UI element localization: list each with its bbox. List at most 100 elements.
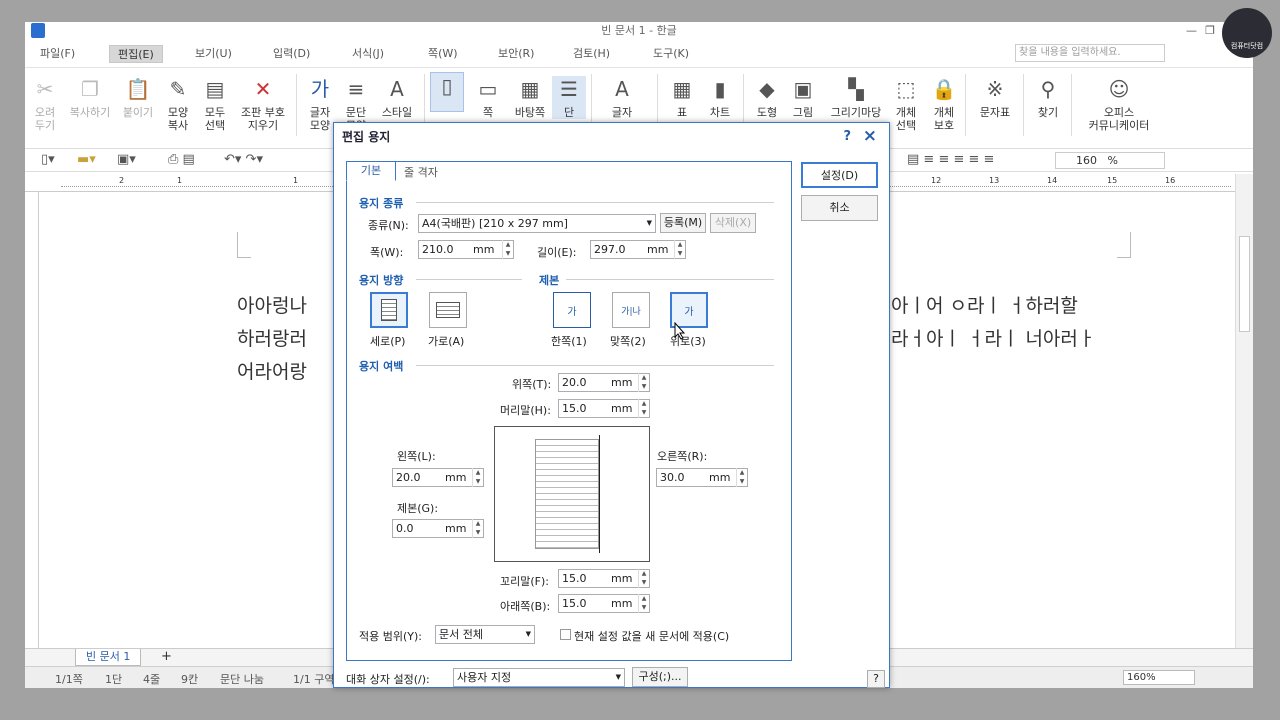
find-button[interactable]: ⚲ 찾기 <box>1031 76 1065 120</box>
doc-tab[interactable]: 빈 문서 1 <box>75 649 142 666</box>
cancel-button[interactable]: 취소 <box>801 195 878 221</box>
undo-icon[interactable]: ↶▾ ↷▾ <box>224 152 263 167</box>
dialog-help-button[interactable]: ? <box>867 670 885 688</box>
page-icon: ▯ <box>441 73 453 98</box>
minimize-icon[interactable]: — <box>1186 22 1197 39</box>
paste-button[interactable]: 📋 붙이기 <box>120 76 156 120</box>
left-margin-spinner[interactable]: ▲ ▼ <box>472 468 483 487</box>
menu-file[interactable]: 파일(F) <box>40 45 75 63</box>
landscape-option[interactable] <box>429 292 467 328</box>
style-button[interactable]: A 스타일 <box>377 76 417 120</box>
zoom-select[interactable]: 160 % <box>1055 152 1165 169</box>
compose-button[interactable]: 구성(;)... <box>632 667 688 687</box>
left-margin-input[interactable]: 20.0 mm ▲ ▼ <box>392 468 484 487</box>
align-icons[interactable]: ▤ ≡ ≡ ≡ ≡ ≡ <box>907 152 994 167</box>
width-spinner[interactable]: ▲ ▼ <box>502 240 513 259</box>
dialog-setting-select[interactable]: 사용자 지정 ▼ <box>453 668 625 687</box>
column-button[interactable]: ☰ 단 <box>552 76 586 119</box>
office-communicator-button[interactable]: ☺ 오피스 커뮤니케이터 <box>1079 76 1159 133</box>
print-icon[interactable]: ⎙ ▤ <box>168 152 195 167</box>
tab-basic[interactable]: 기본 <box>346 161 396 181</box>
footer-margin-input[interactable]: 15.0 mm ▲ ▼ <box>558 569 650 588</box>
apply-new-checkbox[interactable] <box>560 629 571 640</box>
one-side-binding-option[interactable]: 가 <box>553 292 591 328</box>
open-folder-icon[interactable]: ▬▾ <box>77 152 96 167</box>
search-input[interactable]: 찾을 내용을 입력하세요. <box>1015 44 1165 62</box>
vertical-scrollbar[interactable] <box>1235 174 1253 652</box>
ok-button[interactable]: 설정(D) <box>801 162 878 188</box>
menu-review[interactable]: 검토(H) <box>573 45 610 63</box>
doc-line-1b[interactable]: 아ㅣ어 ㅇ라ㅣ ㅓ하러할 <box>891 290 1078 323</box>
close-icon[interactable]: × <box>863 126 877 146</box>
menu-security[interactable]: 보안(R) <box>498 45 534 63</box>
footer-margin-spinner[interactable]: ▲ ▼ <box>638 569 649 588</box>
bottom-margin-input[interactable]: 15.0 mm ▲ ▼ <box>558 594 650 613</box>
format-copy-button[interactable]: ✎ 모양 복사 <box>164 76 192 133</box>
master-page-button[interactable]: ▦ 바탕쪽 <box>509 76 551 120</box>
char-shape-button[interactable]: 가 글자 모양 <box>305 76 335 133</box>
clear-marks-button[interactable]: ✕ 조판 부호 지우기 <box>235 76 291 133</box>
object-select-button[interactable]: ⬚ 개체 선택 <box>891 76 921 133</box>
right-margin-spinner[interactable]: ▲ ▼ <box>736 468 747 487</box>
apply-range-select[interactable]: 문서 전체 ▼ <box>435 625 535 644</box>
char-shape-icon: 가 <box>310 76 330 101</box>
tab-line-grid[interactable]: 줄 격자 <box>404 164 438 180</box>
gutter-spinner[interactable]: ▲ ▼ <box>472 519 483 538</box>
char-button[interactable]: A 글자 <box>605 76 639 120</box>
gutter-input[interactable]: 0.0 mm ▲ ▼ <box>392 519 484 538</box>
menu-edit[interactable]: 편집(E) <box>109 45 163 63</box>
char-map-button[interactable]: ※ 문자표 <box>975 76 1015 120</box>
page-button[interactable]: ▭ 쪽 <box>471 76 505 120</box>
new-document-icon[interactable]: ▯▾ <box>41 152 55 167</box>
menu-page[interactable]: 쪽(W) <box>428 45 458 63</box>
chart-button[interactable]: ▮ 차트 <box>703 76 737 120</box>
width-input[interactable]: 210.0 mm ▲ ▼ <box>418 240 514 259</box>
picture-button[interactable]: ▣ 그림 <box>787 76 819 120</box>
doc-line-3[interactable]: 어라어랑 <box>237 356 307 389</box>
save-icon[interactable]: ▣▾ <box>117 152 136 167</box>
doc-line-1a[interactable]: 아아렁나 <box>237 290 307 323</box>
restore-icon[interactable]: ❐ <box>1205 22 1215 39</box>
ruler-tick: 1 <box>293 176 299 185</box>
top-margin-label: 위쪽(T): <box>512 378 552 391</box>
menu-insert[interactable]: 입력(D) <box>273 45 310 63</box>
table-button[interactable]: ▦ 표 <box>667 76 697 120</box>
menu-view[interactable]: 보기(U) <box>195 45 232 63</box>
title-bar: 빈 문서 1 - 한글 — ❐ <box>25 22 1253 41</box>
group-divider <box>416 202 774 203</box>
doc-line-2a[interactable]: 하러랑러 <box>237 323 307 356</box>
add-tab-button[interactable]: + <box>161 649 172 664</box>
header-margin-input[interactable]: 15.0 mm ▲ ▼ <box>558 399 650 418</box>
right-margin-input[interactable]: 30.0 mm ▲ ▼ <box>656 468 748 487</box>
brush-icon: ✎ <box>169 76 187 101</box>
status-zoom-select[interactable]: 160% <box>1123 670 1195 685</box>
menu-format[interactable]: 서식(J) <box>352 45 384 63</box>
ruler-tick: 15 <box>1107 176 1118 185</box>
facing-binding-option[interactable]: 가|나 <box>612 292 650 328</box>
height-input[interactable]: 297.0 mm ▲ ▼ <box>590 240 686 259</box>
vertical-ruler[interactable] <box>25 192 39 652</box>
copy-button[interactable]: ❐ 복사하기 <box>65 76 115 120</box>
help-icon[interactable]: ? <box>843 129 851 144</box>
register-button[interactable]: 등록(M) <box>660 213 706 233</box>
object-protect-button[interactable]: 🔒 개체 보호 <box>927 76 961 133</box>
doc-line-2b[interactable]: 라ㅓ아ㅣ ㅓ라ㅣ 너아러ㅏ <box>891 323 1095 356</box>
height-spinner[interactable]: ▲ ▼ <box>674 240 685 259</box>
delete-button[interactable]: 삭제(X) <box>710 213 756 233</box>
bottom-margin-spinner[interactable]: ▲ ▼ <box>638 594 649 613</box>
status-line: 4줄 <box>143 673 161 686</box>
page-setup-button[interactable]: ▯ <box>430 72 464 112</box>
scroll-thumb[interactable] <box>1239 236 1250 332</box>
app-icon[interactable] <box>31 23 45 38</box>
select-all-button[interactable]: ▤ 모두 선택 <box>201 76 229 133</box>
paper-type-select[interactable]: A4(국배판) [210 x 297 mm] ▼ <box>418 214 656 233</box>
top-margin-input[interactable]: 20.0 mm ▲ ▼ <box>558 373 650 392</box>
menu-tools[interactable]: 도구(K) <box>653 45 689 63</box>
cut-button[interactable]: ✂ 오려 두기 <box>31 76 59 133</box>
height-unit: mm <box>647 243 669 256</box>
shape-button[interactable]: ◆ 도형 <box>751 76 783 120</box>
header-margin-spinner[interactable]: ▲ ▼ <box>638 399 649 418</box>
portrait-option[interactable] <box>370 292 408 328</box>
gallery-button[interactable]: ▚ 그리기마당 <box>823 76 889 120</box>
top-margin-spinner[interactable]: ▲ ▼ <box>638 373 649 392</box>
